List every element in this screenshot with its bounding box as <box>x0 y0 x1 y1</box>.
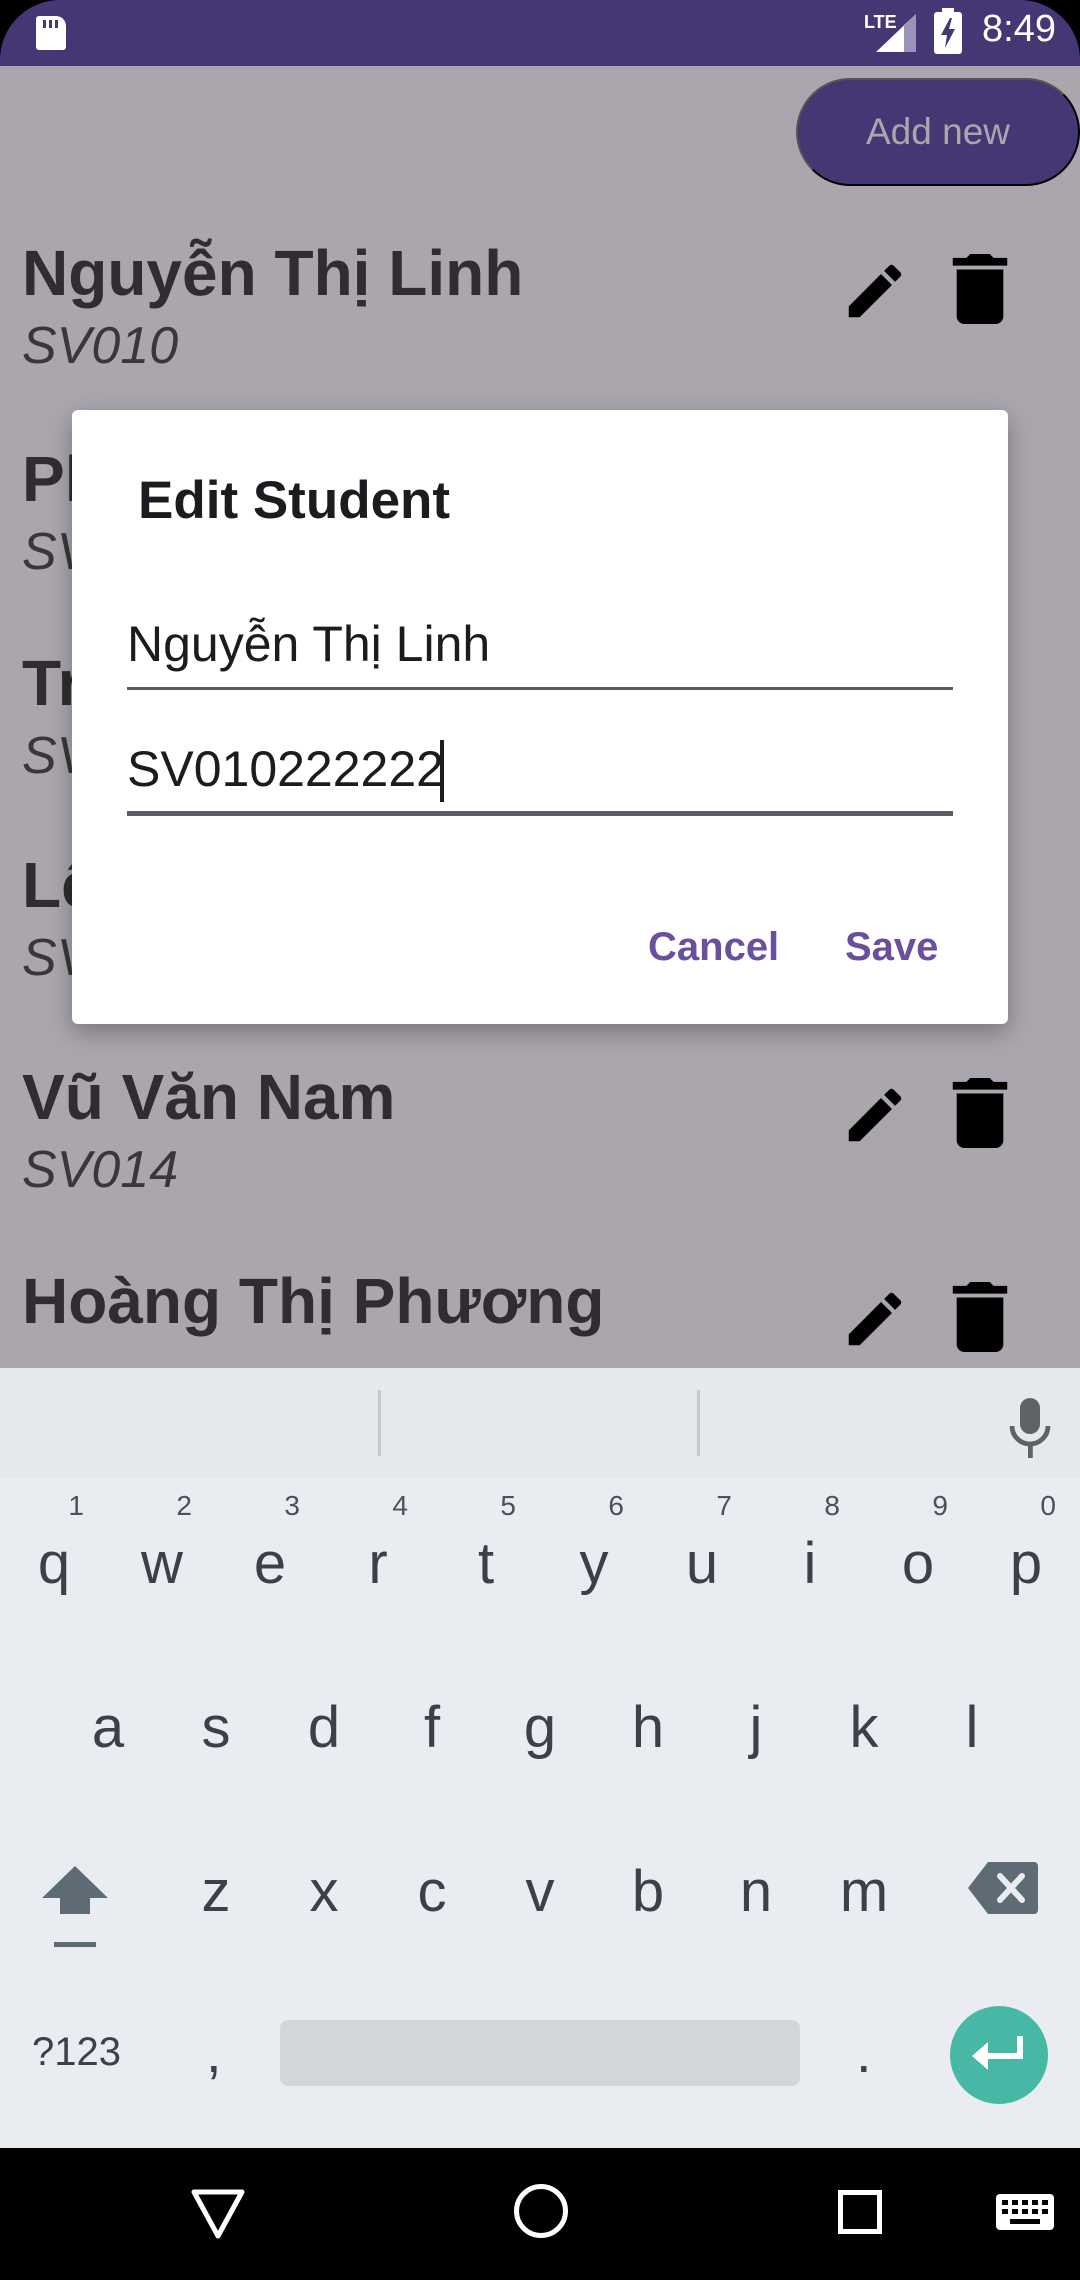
period-key[interactable]: . <box>856 2020 872 2085</box>
key-j[interactable]: j <box>706 1654 806 1774</box>
edit-icon[interactable] <box>840 1284 910 1354</box>
key-o[interactable]: 9o <box>868 1490 968 1610</box>
key-n[interactable]: n <box>706 1818 806 1938</box>
key-b[interactable]: b <box>598 1818 698 1938</box>
key-i[interactable]: 8i <box>760 1490 860 1610</box>
key-z[interactable]: z <box>166 1818 266 1938</box>
student-id: SV014 <box>22 1141 179 1199</box>
suggestion-bar <box>0 1368 1080 1478</box>
key-r[interactable]: 4r <box>328 1490 428 1610</box>
student-name: Hoàng Thị Phương <box>22 1265 605 1337</box>
key-y[interactable]: 6y <box>544 1490 644 1610</box>
sd-card-icon <box>36 16 66 50</box>
suggestion-divider <box>697 1390 700 1456</box>
add-new-button[interactable]: Add new <box>796 78 1080 186</box>
key-k[interactable]: k <box>814 1654 914 1774</box>
key-e[interactable]: 3e <box>220 1490 320 1610</box>
key-h[interactable]: h <box>598 1654 698 1774</box>
back-icon[interactable] <box>190 2188 246 2240</box>
screen: LTE 8:49 Add new Nguyễn Thị Linh SV010 P… <box>0 0 1080 2280</box>
dialog-title: Edit Student <box>138 471 451 530</box>
id-field-container <box>127 726 953 816</box>
key-f[interactable]: f <box>382 1654 482 1774</box>
key-u[interactable]: 7u <box>652 1490 752 1610</box>
home-icon[interactable] <box>514 2184 568 2238</box>
key-p[interactable]: 0p <box>976 1490 1076 1610</box>
key-s[interactable]: s <box>166 1654 266 1774</box>
enter-key[interactable] <box>950 2006 1048 2104</box>
edit-icon[interactable] <box>840 256 910 326</box>
enter-icon <box>972 2036 1023 2070</box>
text-cursor <box>440 740 444 802</box>
suggestion-divider <box>378 1390 381 1456</box>
keyboard-switch-icon[interactable] <box>996 2194 1054 2230</box>
student-name: Nguyễn Thị Linh <box>22 237 524 309</box>
name-field[interactable] <box>127 600 953 687</box>
edit-icon[interactable] <box>840 1080 910 1150</box>
battery-charging-icon <box>934 8 962 54</box>
key-l[interactable]: l <box>922 1654 1022 1774</box>
key-q[interactable]: 1q <box>4 1490 104 1610</box>
edit-student-dialog: Edit Student Cancel Save <box>72 410 1008 1024</box>
key-v[interactable]: v <box>490 1818 590 1938</box>
delete-icon[interactable] <box>952 1282 1008 1352</box>
key-d[interactable]: d <box>274 1654 374 1774</box>
symbols-key[interactable]: ?123 <box>32 2030 121 2075</box>
key-m[interactable]: m <box>814 1818 914 1938</box>
key-g[interactable]: g <box>490 1654 590 1774</box>
signal-icon <box>876 14 916 52</box>
recents-icon[interactable] <box>838 2190 882 2234</box>
comma-key[interactable]: , <box>206 2020 222 2085</box>
microphone-icon[interactable] <box>1008 1398 1052 1458</box>
student-id-field[interactable] <box>127 726 953 811</box>
status-time: 8:49 <box>982 8 1056 50</box>
key-w[interactable]: 2w <box>112 1490 212 1610</box>
name-field-container <box>127 600 953 690</box>
key-t[interactable]: 5t <box>436 1490 536 1610</box>
backspace-icon[interactable] <box>968 1860 1038 1916</box>
shift-icon[interactable] <box>40 1862 110 1952</box>
key-c[interactable]: c <box>382 1818 482 1938</box>
delete-icon[interactable] <box>952 254 1008 324</box>
delete-icon[interactable] <box>952 1078 1008 1148</box>
student-id: SV010 <box>22 317 179 375</box>
navigation-bar <box>0 2148 1080 2280</box>
save-button[interactable]: Save <box>845 925 938 970</box>
status-bar: LTE 8:49 <box>0 0 1080 66</box>
student-name: Vũ Văn Nam <box>22 1061 396 1133</box>
key-x[interactable]: x <box>274 1818 374 1938</box>
key-a[interactable]: a <box>58 1654 158 1774</box>
cancel-button[interactable]: Cancel <box>648 925 779 970</box>
space-key[interactable] <box>280 2020 800 2086</box>
